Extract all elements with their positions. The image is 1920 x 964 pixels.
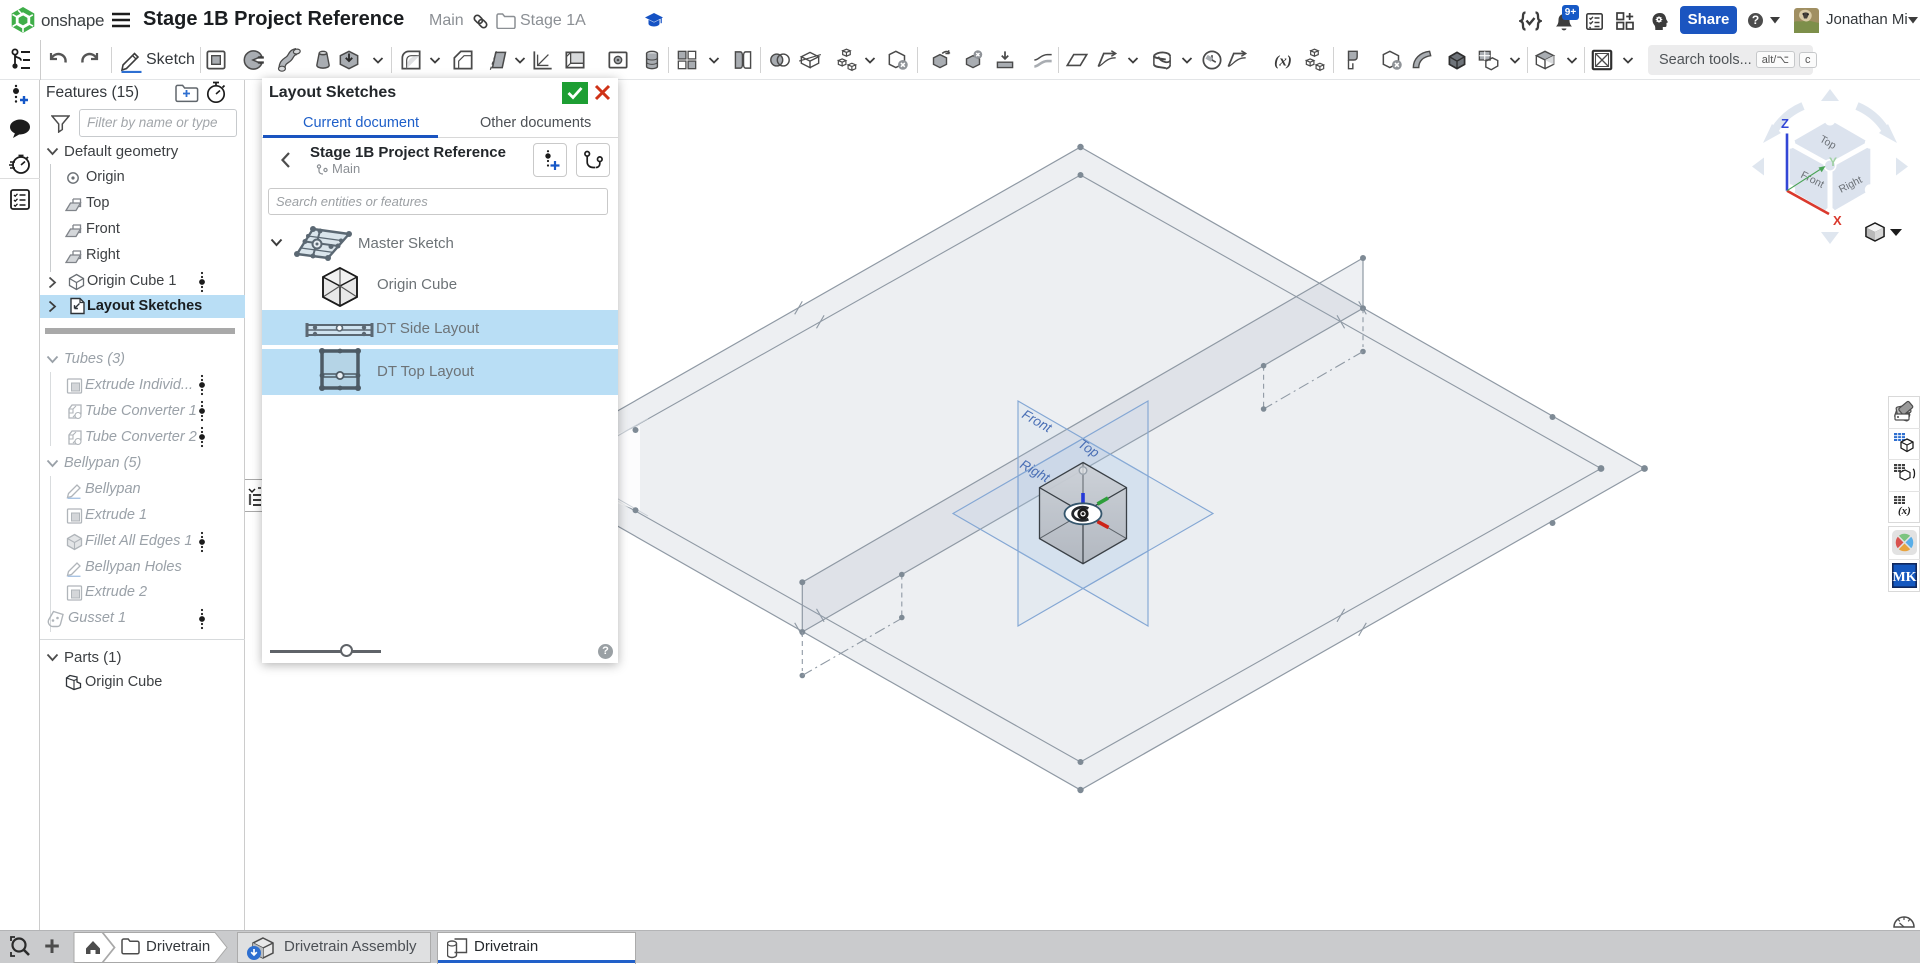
svg-text:MK: MK xyxy=(1892,570,1916,585)
svg-text:(x): (x) xyxy=(1898,505,1911,516)
